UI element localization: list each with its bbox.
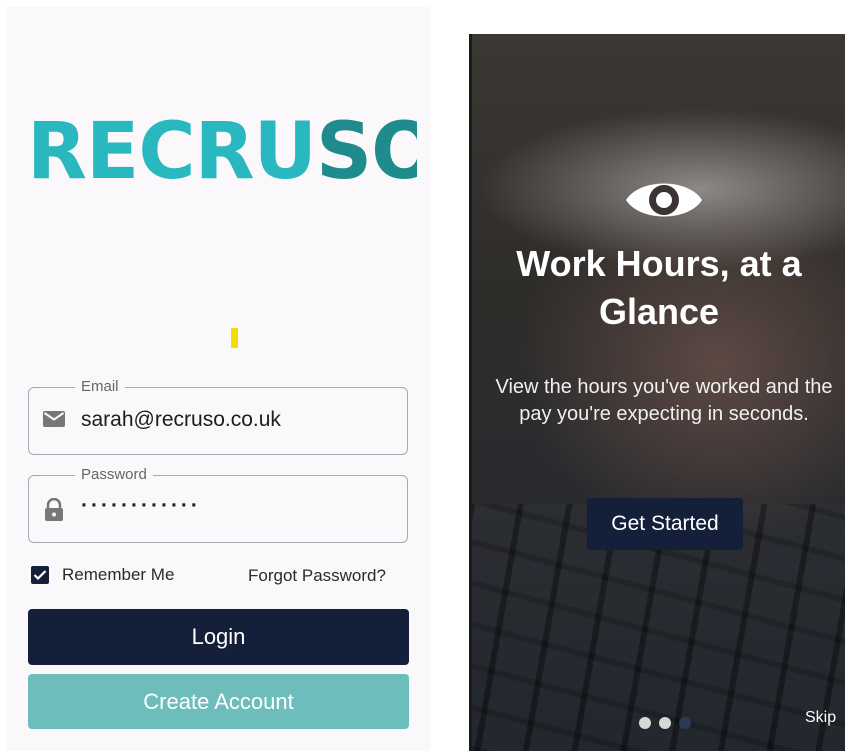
skip-button[interactable]: Skip — [805, 709, 836, 727]
login-button[interactable]: Login — [28, 609, 409, 665]
onboarding-description: View the hours you've worked and the pay… — [495, 376, 833, 425]
lock-icon — [43, 497, 65, 527]
page-dot-3[interactable] — [679, 717, 691, 729]
remember-checkbox[interactable] — [31, 566, 49, 584]
onboarding-title-line2: Glance — [598, 291, 720, 332]
password-field[interactable]: Password ············ — [28, 466, 408, 543]
remember-me[interactable]: Remember Me — [31, 565, 174, 585]
recruso-logo: RECRUSO — [27, 107, 417, 197]
forgot-password-link[interactable]: Forgot Password? — [248, 566, 386, 586]
screen-edge — [469, 34, 472, 751]
check-icon — [33, 570, 47, 581]
eye-icon — [624, 172, 704, 233]
page-dot-1[interactable] — [639, 717, 651, 729]
page-dot-2[interactable] — [659, 717, 671, 729]
email-label: Email — [75, 378, 125, 395]
password-input[interactable]: ············ — [81, 494, 201, 518]
password-label: Password — [75, 466, 153, 483]
email-input[interactable]: sarah@recruso.co.uk — [81, 408, 281, 432]
onboarding-screen: Work Hours, at a Glance View the hours y… — [469, 34, 845, 751]
page-indicator — [639, 717, 691, 729]
onboarding-title-line1: Work Hours, at a — [516, 243, 802, 284]
create-account-button[interactable]: Create Account — [28, 674, 409, 729]
remember-label: Remember Me — [62, 565, 175, 584]
login-screen: RECRUSO Email sarah@recruso.co.uk Passwo… — [7, 7, 431, 751]
email-field[interactable]: Email sarah@recruso.co.uk — [28, 378, 408, 455]
loading-indicator — [231, 328, 238, 348]
get-started-button[interactable]: Get Started — [587, 498, 743, 550]
mail-icon — [43, 410, 65, 433]
onboarding-title: Work Hours, at a Glance — [479, 240, 839, 336]
